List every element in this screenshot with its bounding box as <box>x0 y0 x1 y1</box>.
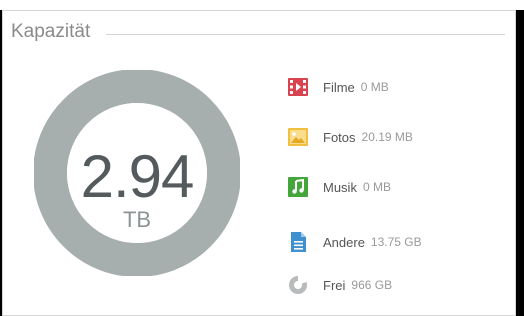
photo-icon <box>287 126 309 148</box>
capacity-panel: Kapazität 2.94 TB Filme 0 MB Fotos 20.19… <box>2 10 516 316</box>
legend-item-andere: Andere 13.75 GB <box>287 230 422 254</box>
capacity-donut: 2.94 TB <box>34 70 240 276</box>
legend-label: Musik <box>323 179 357 195</box>
legend-amount: 0 MB <box>362 180 391 194</box>
capacity-value: 2.94 <box>80 143 195 210</box>
pie-icon <box>287 274 309 296</box>
legend-amount: 13.75 GB <box>370 235 422 249</box>
document-icon <box>287 231 309 253</box>
legend-amount: 966 GB <box>351 278 393 292</box>
legend-item-musik: Musik 0 MB <box>287 175 391 199</box>
legend-amount: 20.19 MB <box>361 130 413 144</box>
film-icon <box>287 76 309 98</box>
legend-label: Frei <box>323 277 346 293</box>
header-divider <box>106 33 505 35</box>
legend-item-fotos: Fotos 20.19 MB <box>287 125 413 149</box>
legend-item-filme: Filme 0 MB <box>287 75 389 99</box>
legend-item-frei: Frei 966 GB <box>287 273 392 297</box>
top-strip <box>0 0 524 10</box>
legend-label: Filme <box>323 79 355 95</box>
legend-amount: 0 MB <box>360 80 389 94</box>
legend-label: Fotos <box>323 129 356 145</box>
music-icon <box>287 176 309 198</box>
panel-title: Kapazität <box>11 21 91 42</box>
capacity-unit: TB <box>122 207 152 232</box>
donut-center: 2.94 TB <box>34 70 240 276</box>
legend-label: Andere <box>323 234 365 250</box>
panel-header: Kapazität <box>11 20 505 44</box>
